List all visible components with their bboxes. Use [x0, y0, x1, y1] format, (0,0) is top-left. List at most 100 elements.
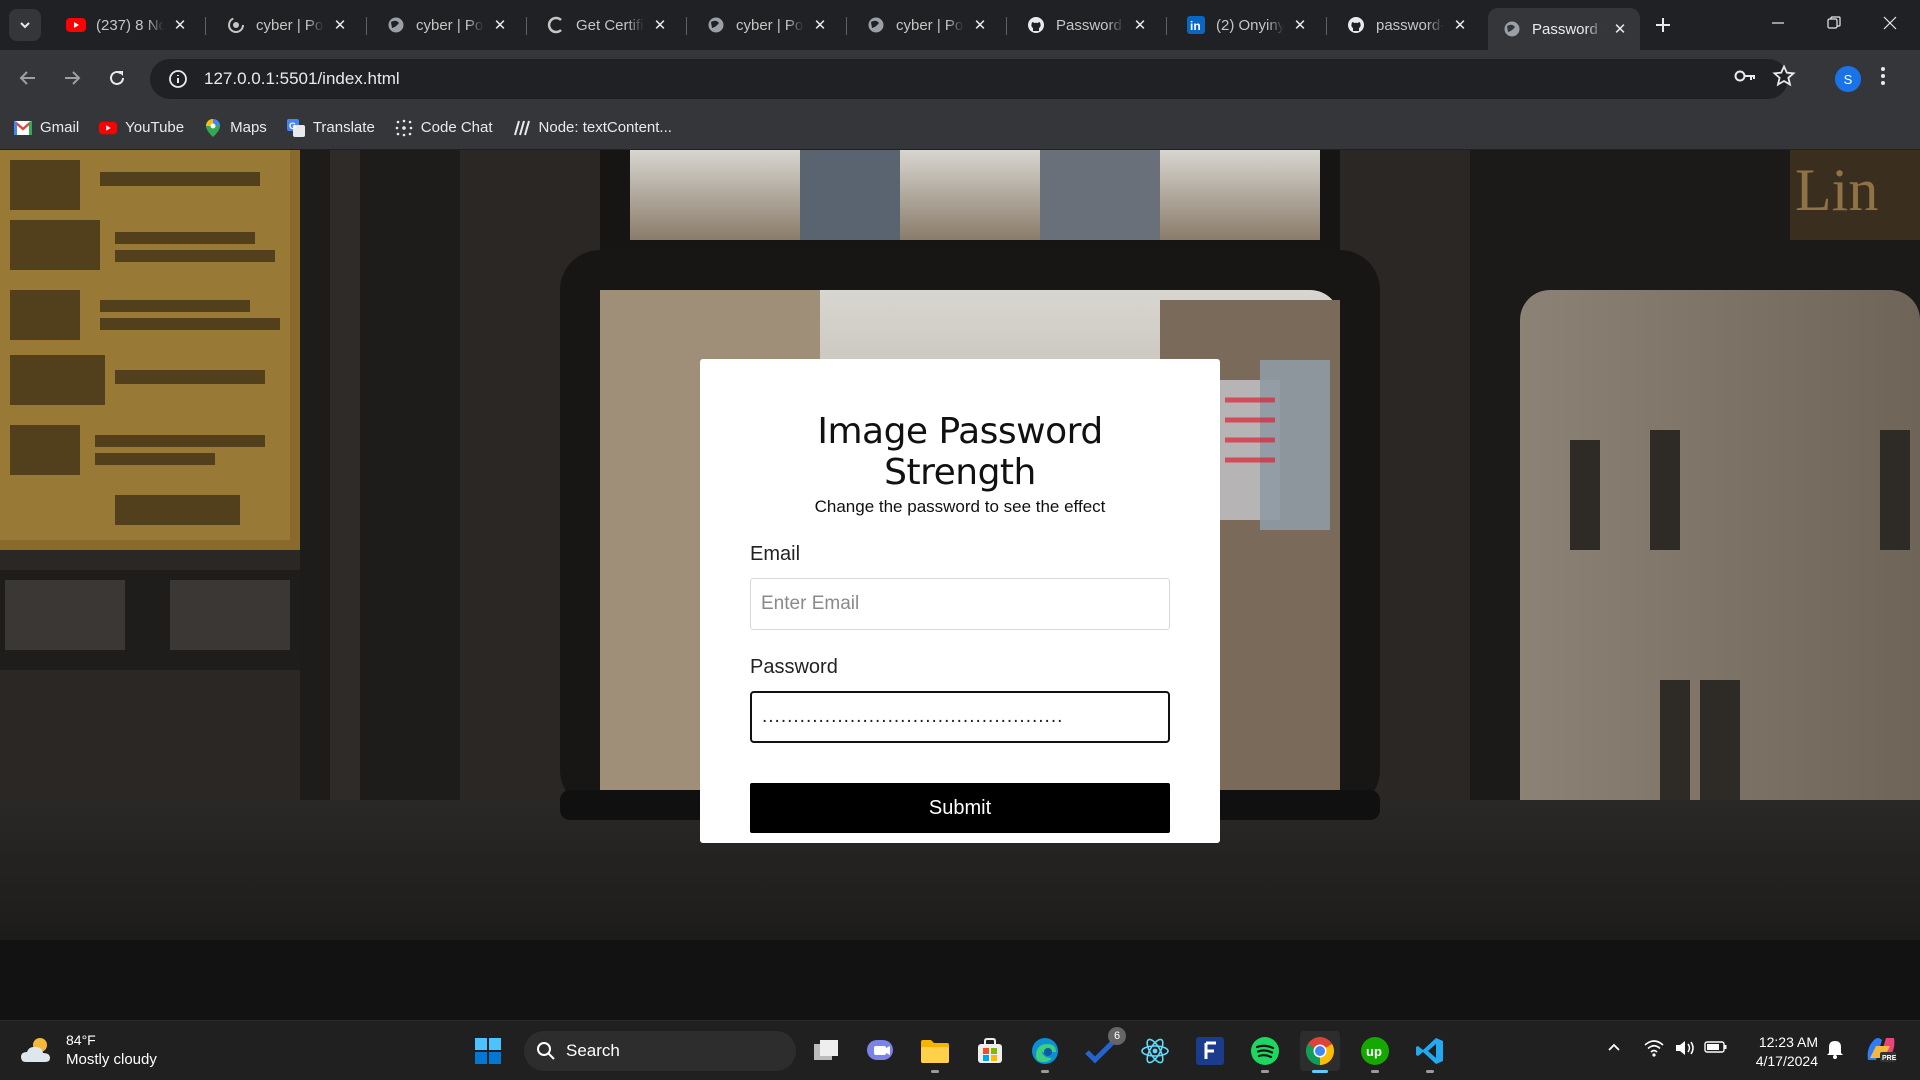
taskbar-search[interactable]: Search — [524, 1031, 796, 1071]
tab-youtube[interactable]: (237) 8 No ✕ — [52, 8, 200, 42]
battery-icon[interactable] — [1704, 1039, 1728, 1060]
notification-bell-icon[interactable] — [1826, 1039, 1844, 1064]
weather-desc: Mostly cloudy — [66, 1051, 157, 1068]
close-icon[interactable]: ✕ — [970, 15, 990, 35]
globe-icon — [386, 15, 406, 35]
password-field[interactable] — [750, 691, 1170, 743]
close-icon[interactable]: ✕ — [330, 15, 350, 35]
tab-title: cyber | Por — [256, 16, 324, 34]
close-icon[interactable]: ✕ — [810, 15, 830, 35]
bookmark-youtube[interactable]: YouTube — [99, 119, 184, 137]
f-app-icon — [1196, 1037, 1224, 1065]
todo-badge: 6 — [1108, 1027, 1126, 1045]
upwork-icon: up — [1361, 1037, 1389, 1065]
close-icon[interactable]: ✕ — [1610, 19, 1630, 39]
close-icon — [1883, 16, 1897, 30]
start-button[interactable] — [468, 1031, 508, 1071]
store-button[interactable] — [970, 1031, 1010, 1071]
password-key-icon[interactable] — [1733, 64, 1757, 93]
tab-linkedin[interactable]: in (2) Onyiny ✕ — [1172, 8, 1320, 42]
volume-icon[interactable] — [1674, 1039, 1696, 1062]
bookmark-label: Translate — [312, 119, 375, 136]
copilot-icon[interactable]: PRE — [1864, 1034, 1898, 1069]
address-bar[interactable]: 127.0.0.1:5501/index.html — [150, 59, 1788, 99]
close-icon[interactable]: ✕ — [1290, 15, 1310, 35]
github-icon — [1346, 15, 1366, 35]
youtube-icon — [99, 119, 118, 137]
svg-text:Lin: Lin — [1795, 157, 1878, 223]
svg-text:up: up — [1366, 1044, 1382, 1059]
close-icon[interactable]: ✕ — [170, 15, 190, 35]
todo-button[interactable]: 6 — [1080, 1027, 1126, 1071]
tab-cyber-4[interactable]: cyber | Por ✕ — [852, 8, 1000, 42]
tab-cyber-3[interactable]: cyber | Por ✕ — [692, 8, 840, 42]
password-form-card: Image Password Strength Change the passw… — [700, 359, 1220, 843]
github-icon — [1026, 15, 1046, 35]
page-title: Image Password Strength — [817, 411, 1103, 493]
close-icon[interactable]: ✕ — [650, 15, 670, 35]
more-menu-icon[interactable] — [1880, 65, 1886, 92]
task-view-button[interactable] — [806, 1031, 846, 1071]
bookmark-mdn[interactable]: Node: textContent... — [513, 119, 672, 137]
tab-cyber-1[interactable]: cyber | Por ✕ — [212, 8, 360, 42]
tab-title: cyber | Por — [416, 16, 484, 34]
bookmark-label: Node: textContent... — [538, 119, 672, 136]
restore-icon — [1827, 16, 1841, 29]
site-info-icon[interactable] — [158, 69, 198, 89]
spotify-button[interactable] — [1245, 1031, 1285, 1073]
react-devtools-button[interactable] — [1135, 1031, 1175, 1071]
bookmark-maps[interactable]: Maps — [204, 118, 267, 137]
chrome-button[interactable] — [1300, 1031, 1340, 1073]
vscode-button[interactable] — [1410, 1031, 1450, 1073]
spinner-icon — [226, 15, 246, 35]
reload-button[interactable] — [99, 60, 135, 96]
close-icon[interactable]: ✕ — [490, 15, 510, 35]
email-field[interactable] — [750, 578, 1170, 630]
submit-button[interactable]: Submit — [750, 783, 1170, 833]
bookmark-code-chat[interactable]: Code Chat — [395, 119, 493, 137]
star-icon[interactable] — [1772, 64, 1796, 93]
tab-title: Get Certific — [576, 16, 644, 34]
new-tab-button[interactable] — [1648, 10, 1678, 40]
tab-password-strength[interactable]: Password S ✕ — [1488, 8, 1640, 50]
weather-widget[interactable]: 84°F Mostly cloudy — [20, 1031, 157, 1069]
plus-icon — [1656, 18, 1670, 32]
minimize-button[interactable] — [1750, 0, 1806, 46]
chrome-icon — [1306, 1037, 1334, 1065]
profile-avatar[interactable]: S — [1835, 66, 1861, 92]
page-viewport: Lin Image Password Strength Change the p… — [0, 150, 1920, 1020]
upwork-button[interactable]: up — [1355, 1031, 1395, 1073]
restore-button[interactable] — [1806, 0, 1862, 46]
weather-temp: 84°F — [66, 1032, 96, 1048]
chevron-up-icon[interactable] — [1606, 1039, 1622, 1060]
svg-text:G: G — [289, 121, 296, 131]
tab-cyber-2[interactable]: cyber | Por ✕ — [372, 8, 520, 42]
svg-text:PRE: PRE — [1882, 1055, 1897, 1062]
codechat-icon — [395, 119, 413, 137]
password-label: Password — [750, 656, 838, 678]
close-icon[interactable]: ✕ — [1130, 15, 1150, 35]
tab-search-button[interactable] — [9, 9, 41, 41]
bookmark-gmail[interactable]: Gmail — [14, 119, 79, 137]
windows-taskbar: 84°F Mostly cloudy Search 6 up 12:23 AM … — [0, 1020, 1920, 1080]
forward-button[interactable] — [54, 60, 90, 96]
wifi-icon[interactable] — [1644, 1039, 1664, 1062]
translate-icon: G — [286, 118, 305, 137]
f-app-button[interactable] — [1190, 1031, 1230, 1071]
vscode-icon — [1416, 1038, 1443, 1064]
chat-icon — [867, 1040, 893, 1060]
back-button[interactable] — [10, 60, 46, 96]
cloudy-icon — [21, 1038, 50, 1062]
system-clock[interactable]: 12:23 AM 4/17/2024 — [1740, 1033, 1818, 1071]
close-icon[interactable]: ✕ — [1450, 15, 1470, 35]
minimize-icon — [1772, 22, 1784, 24]
tab-github-password[interactable]: Password- ✕ — [1012, 8, 1160, 42]
teams-chat-button[interactable] — [860, 1031, 900, 1071]
file-explorer-button[interactable] — [915, 1031, 955, 1073]
bookmark-translate[interactable]: G Translate — [286, 118, 375, 137]
react-icon — [1141, 1038, 1169, 1064]
close-window-button[interactable] — [1862, 0, 1918, 46]
tab-github-repo[interactable]: password- ✕ — [1332, 8, 1480, 42]
edge-button[interactable] — [1025, 1031, 1065, 1073]
tab-certificate[interactable]: Get Certific ✕ — [532, 8, 680, 42]
